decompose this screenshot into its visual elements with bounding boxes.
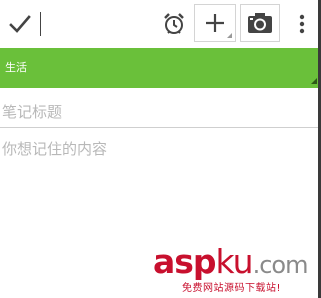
add-attachment-button[interactable] bbox=[194, 4, 236, 42]
watermark-brand-c: .com bbox=[252, 251, 309, 279]
toolbar-divider bbox=[40, 12, 41, 36]
done-button[interactable] bbox=[4, 0, 36, 48]
watermark-brand-a: asp bbox=[153, 242, 217, 281]
toolbar bbox=[0, 0, 321, 48]
dropdown-corner-icon bbox=[227, 33, 232, 38]
alarm-clock-icon bbox=[164, 13, 184, 34]
note-title-placeholder: 笔记标题 bbox=[2, 103, 63, 121]
note-title-field[interactable]: 笔记标题 bbox=[0, 95, 318, 128]
check-icon bbox=[9, 15, 31, 33]
overflow-menu-icon bbox=[299, 14, 305, 34]
note-content-placeholder: 你想记住的内容 bbox=[2, 140, 108, 158]
reminder-button[interactable] bbox=[158, 0, 190, 48]
dropdown-corner-icon bbox=[311, 78, 317, 84]
watermark-logo: aspku.com 免费网站源码下载站! bbox=[150, 242, 320, 298]
watermark-tagline: 免费网站源码下载站! bbox=[182, 283, 282, 294]
category-label: 生活 bbox=[5, 61, 27, 74]
watermark-brand-b: ku bbox=[215, 242, 254, 281]
category-selector[interactable]: 生活 bbox=[0, 48, 321, 88]
camera-icon bbox=[248, 13, 272, 33]
camera-button[interactable] bbox=[240, 4, 280, 42]
overflow-menu-button[interactable] bbox=[290, 0, 314, 48]
plus-icon bbox=[206, 14, 224, 32]
